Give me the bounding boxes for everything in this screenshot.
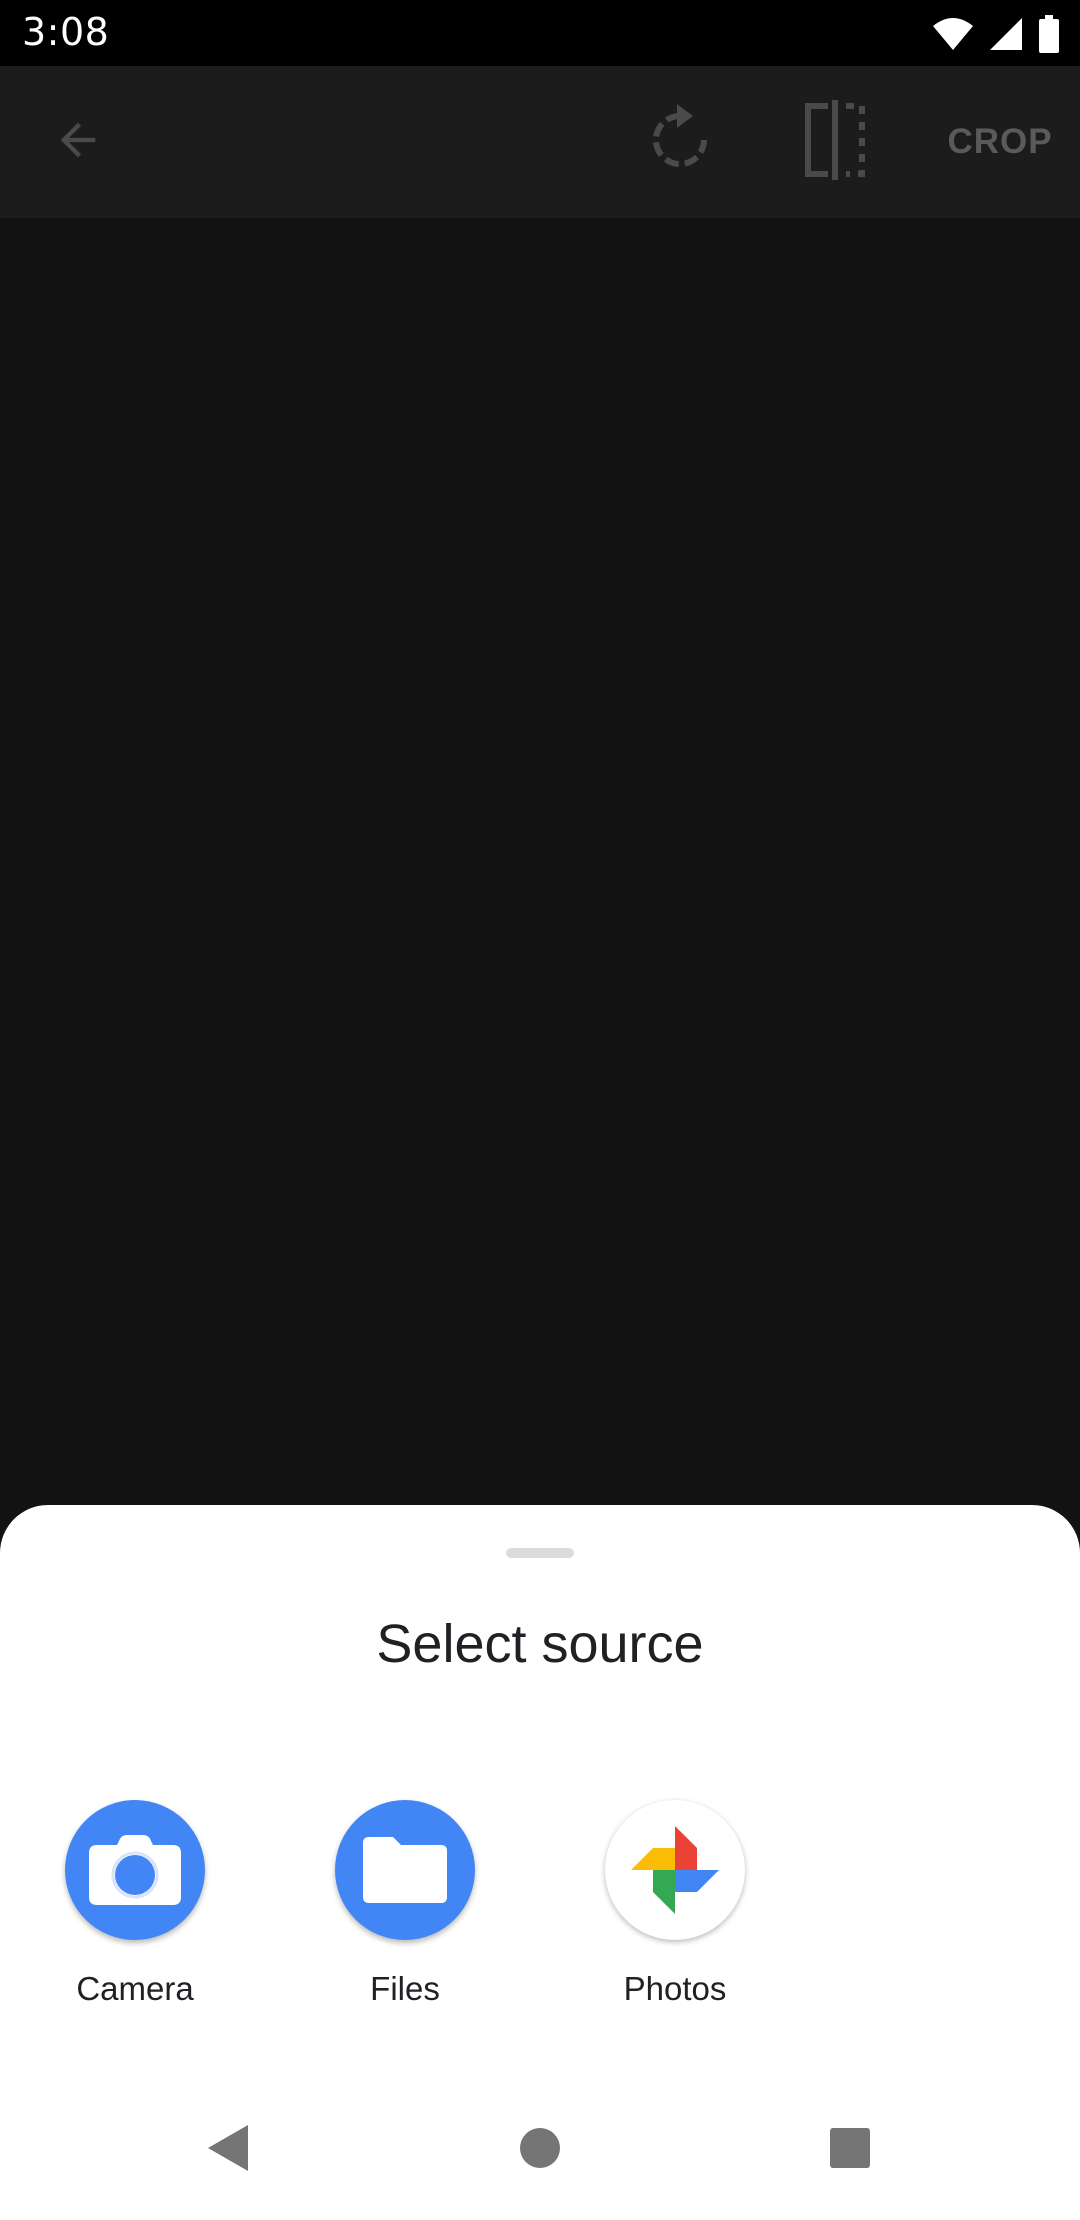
source-photos[interactable]: Photos: [540, 1800, 810, 2030]
nav-back-button[interactable]: [158, 2080, 298, 2220]
source-camera[interactable]: Camera: [0, 1800, 270, 2030]
screen: 3:08 CROP Select source Camera Files Pho…: [0, 0, 1080, 2220]
photos-pinwheel-icon: [605, 1800, 745, 1940]
flip-icon: [800, 100, 870, 184]
status-icons: [932, 14, 1060, 54]
source-label: Files: [370, 1970, 440, 2007]
rotate-button[interactable]: [630, 66, 730, 218]
source-label: Camera: [76, 1970, 194, 2007]
camera-icon: [65, 1800, 205, 1940]
top-app-bar: CROP: [0, 66, 1080, 218]
status-bar: 3:08: [0, 0, 1080, 66]
crop-button[interactable]: CROP: [930, 66, 1070, 218]
status-time: 3:08: [22, 10, 110, 54]
nav-back-icon: [206, 2123, 250, 2177]
arrow-back-icon: [52, 114, 104, 170]
back-button[interactable]: [28, 66, 128, 218]
battery-icon: [1038, 15, 1060, 53]
folder-icon: [335, 1800, 475, 1940]
signal-icon: [988, 16, 1024, 52]
source-list: Camera Files Photos: [0, 1800, 1080, 2030]
nav-recents-button[interactable]: [780, 2080, 920, 2220]
nav-recents-icon: [829, 2127, 871, 2173]
source-files[interactable]: Files: [270, 1800, 540, 2030]
nav-home-icon: [519, 2127, 561, 2173]
wifi-icon: [932, 17, 974, 51]
drag-handle[interactable]: [506, 1548, 574, 1558]
flip-button[interactable]: [785, 66, 885, 218]
system-navigation-bar: [0, 2080, 1080, 2220]
image-canvas: [0, 218, 1080, 1508]
sheet-title: Select source: [376, 1614, 704, 1674]
source-label: Photos: [623, 1970, 727, 2007]
nav-home-button[interactable]: [470, 2080, 610, 2220]
rotate-icon: [647, 104, 713, 180]
